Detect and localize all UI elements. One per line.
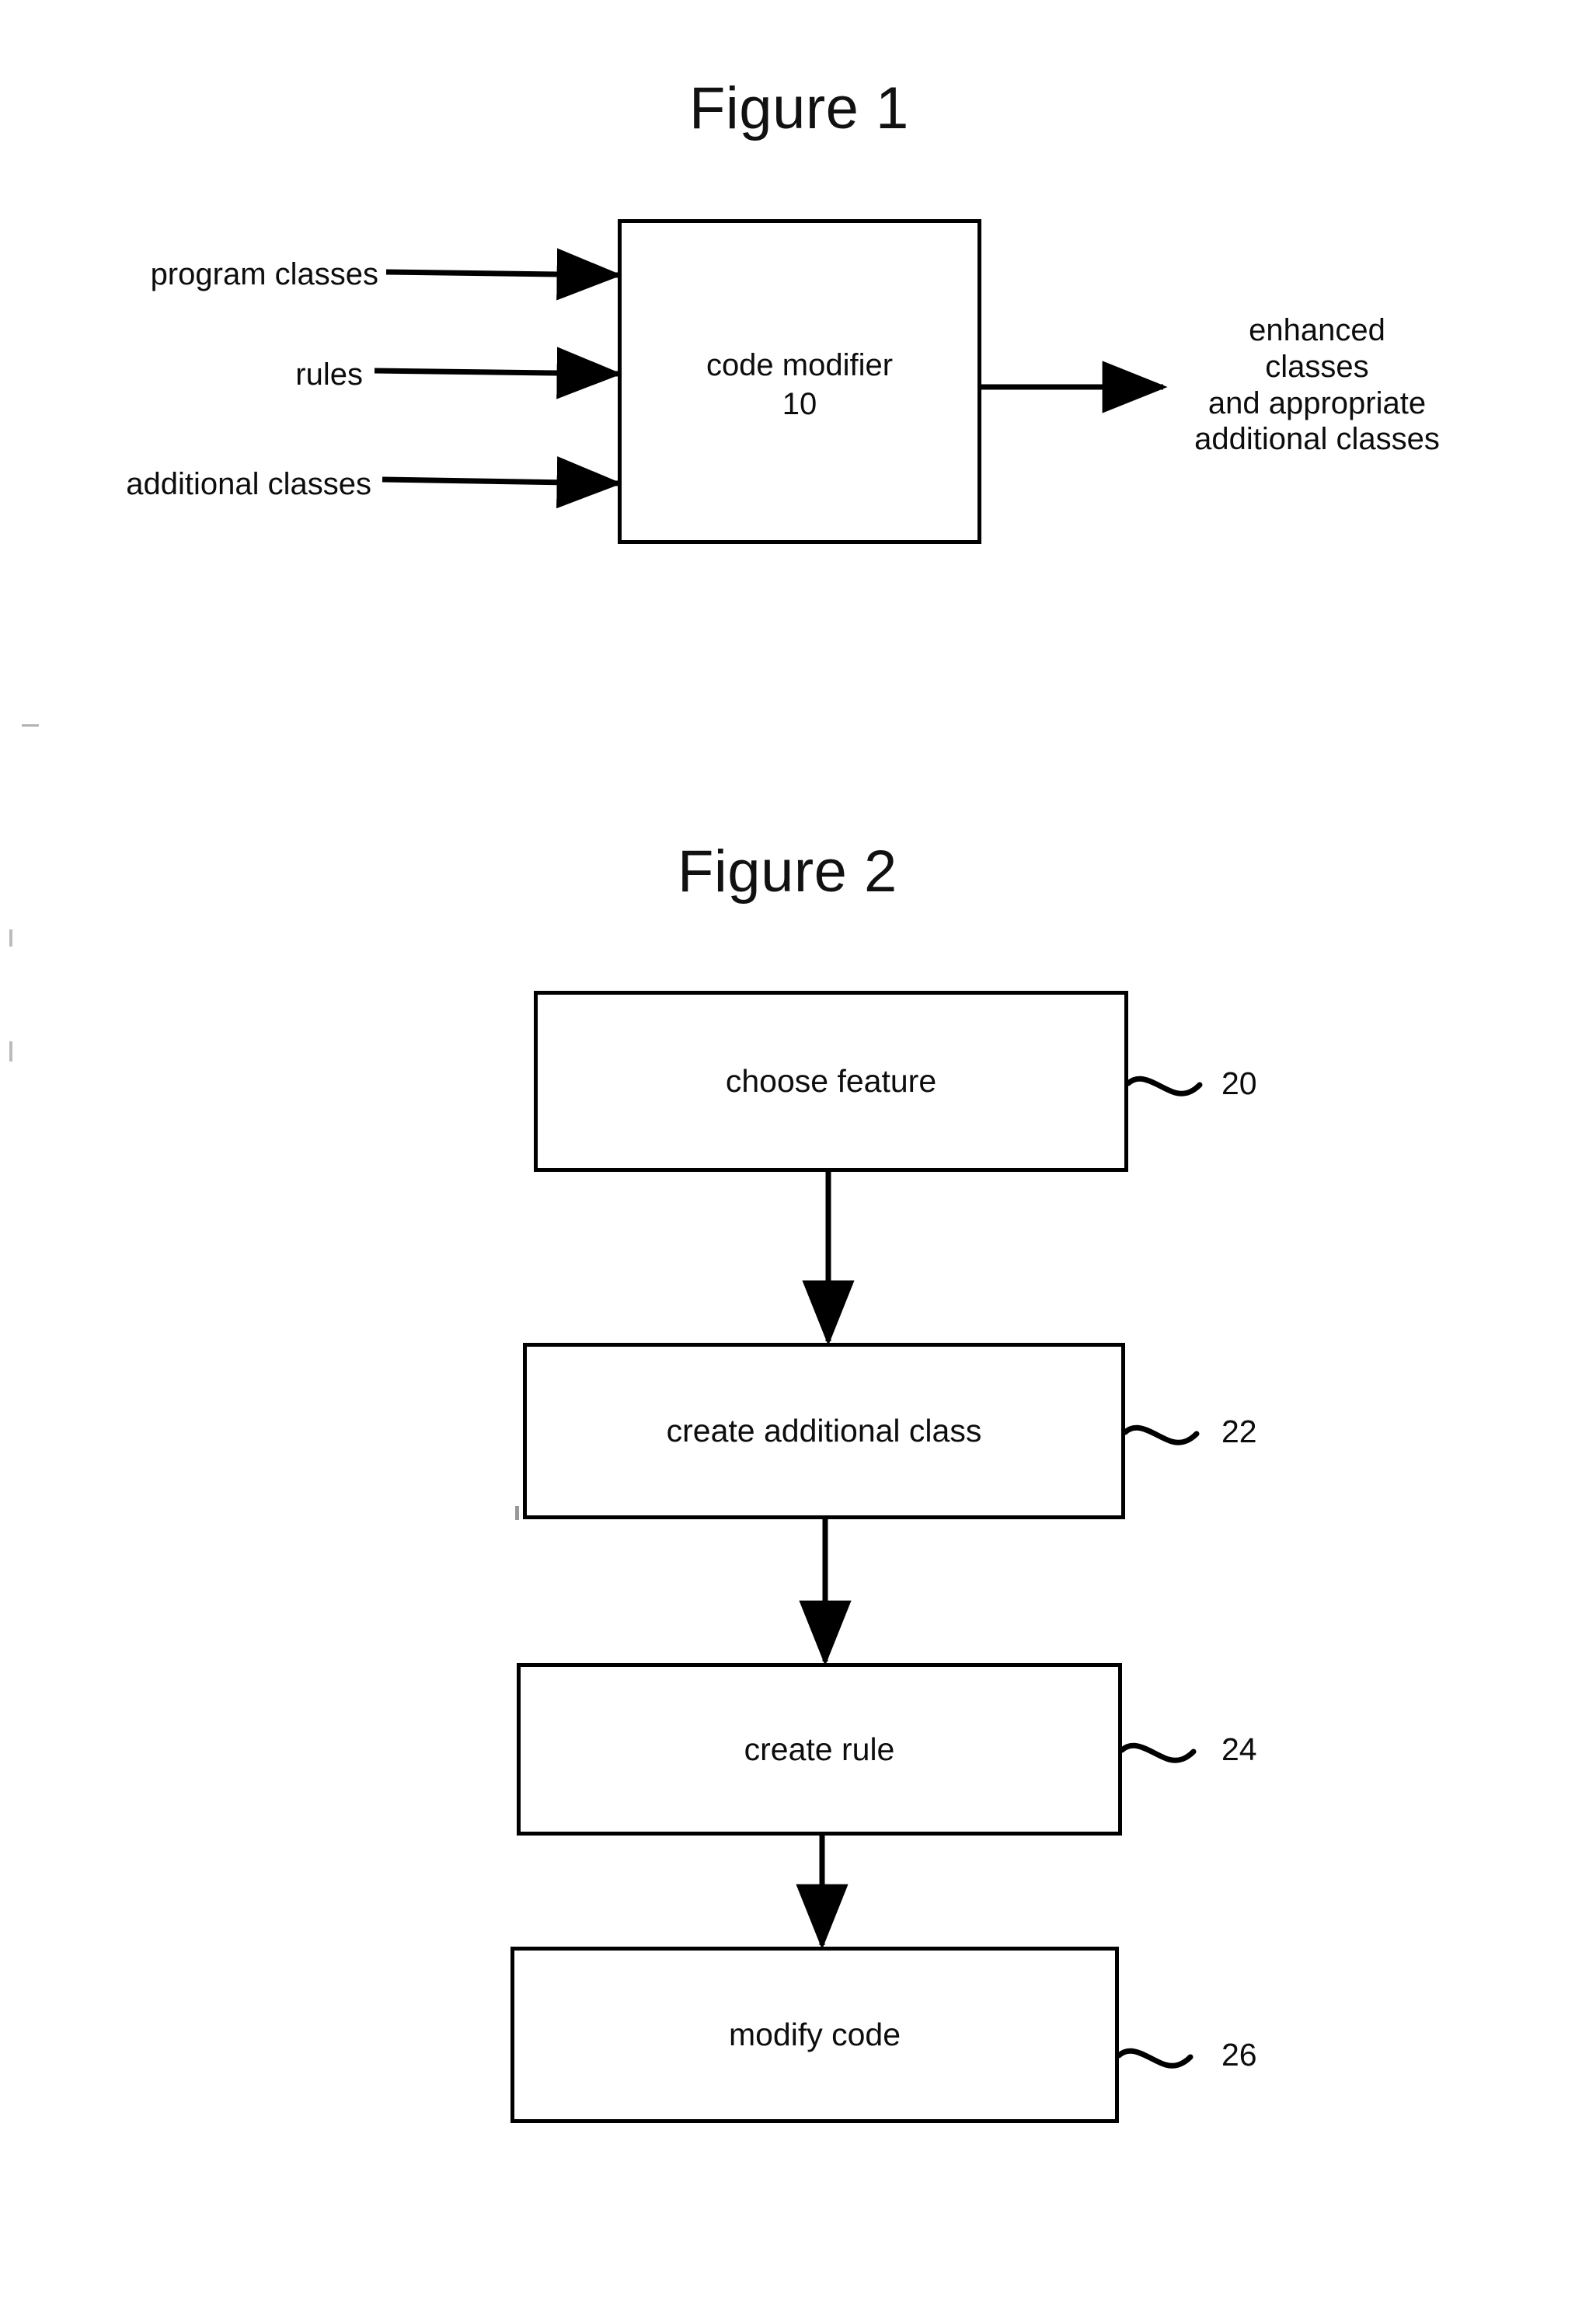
flow-step-box-create-rule: create rule xyxy=(517,1663,1122,1836)
figure1-output-line-3: and appropriate xyxy=(1207,385,1427,420)
flow-step-box-create-additional-class: create additional class xyxy=(523,1343,1125,1519)
flow-step-ref-number-20: 20 xyxy=(1221,1065,1257,1101)
flow-step-ref-number-22: 22 xyxy=(1221,1414,1257,1449)
scan-artifact-mark-4 xyxy=(515,1506,519,1520)
flow-step-ref-number-26: 26 xyxy=(1221,2037,1257,2073)
patent-drawing-sheet: Figure 1 program classes rules additiona… xyxy=(0,0,1596,2315)
figure1-input-arrow-program-classes xyxy=(385,248,622,301)
flow-step-label-modify-code: modify code xyxy=(728,2017,901,2052)
figure1-input-label-additional-classes: additional classes xyxy=(126,467,371,501)
code-modifier-box: code modifier 10 xyxy=(618,219,981,544)
figure1-output-label: enhanced classes and appropriate additio… xyxy=(1158,312,1476,458)
flow-step-box-modify-code: modify code xyxy=(511,1947,1119,2123)
flow-step-ref-number-24: 24 xyxy=(1221,1731,1257,1767)
leader-squiggle-22 xyxy=(1122,1424,1200,1445)
figure1-input-label-program-classes: program classes xyxy=(150,257,378,291)
flow-step-label-create-additional-class: create additional class xyxy=(666,1413,982,1449)
figure1-input-label-rules: rules xyxy=(295,357,363,392)
flow-step-label-choose-feature: choose feature xyxy=(725,1063,937,1099)
flow-step-label-create-rule: create rule xyxy=(744,1731,895,1767)
leader-squiggle-20 xyxy=(1125,1076,1203,1096)
leader-squiggle-26 xyxy=(1116,2048,1194,2069)
figure-2-title: Figure 2 xyxy=(678,838,897,905)
figure1-output-line-1: enhanced xyxy=(1249,313,1385,347)
code-modifier-name: code modifier xyxy=(706,348,894,382)
figure-1-title: Figure 1 xyxy=(689,75,909,141)
scan-artifact-mark-2 xyxy=(9,929,12,947)
figure1-output-line-2: classes xyxy=(1265,349,1369,384)
scan-artifact-mark-1 xyxy=(22,724,39,727)
scan-artifact-mark-3 xyxy=(9,1041,12,1062)
figure1-input-arrow-rules xyxy=(374,347,622,399)
code-modifier-ref-number: 10 xyxy=(782,387,817,421)
figure1-output-line-4: additional classes xyxy=(1194,422,1440,457)
leader-squiggle-24 xyxy=(1119,1742,1197,1763)
flow-step-box-choose-feature: choose feature xyxy=(534,991,1128,1172)
figure1-input-arrow-additional-classes xyxy=(382,456,622,509)
